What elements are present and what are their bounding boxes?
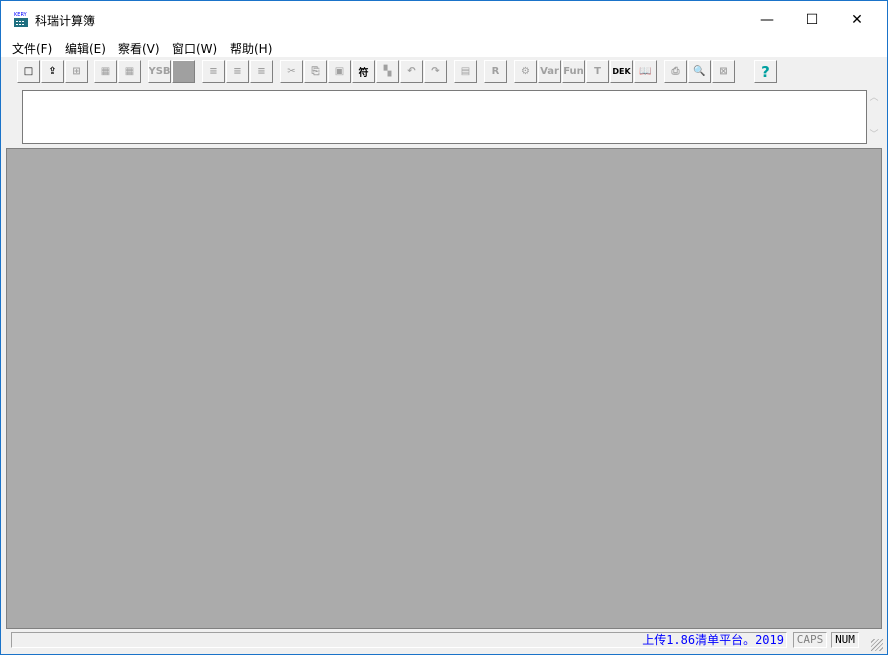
result-icon: R (491, 66, 500, 77)
replace-icon: ▚ (383, 66, 392, 77)
new-icon: □ (23, 66, 34, 77)
scroll-up-icon[interactable]: ︿ (867, 90, 881, 103)
copy-button[interactable]: ⎘ (304, 60, 327, 83)
print-button[interactable]: ⎙ (664, 60, 687, 83)
status-message: 上传1.86清单平台。2019 (11, 632, 787, 648)
app-icon: KERY (13, 11, 29, 27)
result-button[interactable]: R (484, 60, 507, 83)
paste-button[interactable]: ▣ (328, 60, 351, 83)
functions-icon: Fun (563, 66, 584, 77)
print-preview-button[interactable]: 🔍 (688, 60, 711, 83)
dek-icon: DEK (612, 67, 631, 76)
properties-icon: ▤ (460, 66, 471, 77)
ysb-button[interactable]: YSB (148, 60, 171, 83)
clear-lines-icon: ≡ (257, 66, 266, 77)
text-button[interactable]: T (586, 60, 609, 83)
settings-icon: ⚙ (521, 66, 530, 77)
block-icon: ■ (178, 66, 189, 77)
print-preview-icon: 🔍 (693, 66, 706, 77)
menu-file[interactable]: 文件(F) (12, 40, 52, 57)
symbol-icon: 符 (358, 68, 369, 79)
export-file-button[interactable]: ▦ (118, 60, 141, 83)
status-bar: 上传1.86清单平台。2019 CAPS NUM (1, 629, 887, 654)
insert-sheet-button[interactable]: ⊞ (65, 60, 88, 83)
print-icon: ⎙ (671, 66, 680, 77)
export-button[interactable]: ▦ (94, 60, 117, 83)
formula-input[interactable] (22, 90, 867, 144)
open-icon: ⇪ (48, 66, 57, 77)
text-icon: T (594, 66, 601, 77)
menu-help[interactable]: 帮助(H) (230, 40, 272, 57)
dek-button[interactable]: DEK (610, 60, 633, 83)
ysb-icon: YSB (148, 66, 171, 77)
clear-lines-button[interactable]: ≡ (250, 60, 273, 83)
manual-icon: 📖 (639, 66, 652, 77)
close-doc-icon: ⊠ (719, 66, 728, 77)
svg-text:KERY: KERY (14, 12, 28, 18)
close-button[interactable]: ✕ (834, 1, 880, 39)
indent-return-button[interactable]: ≡ (226, 60, 249, 83)
replace-button[interactable]: ▚ (376, 60, 399, 83)
export-file-icon: ▦ (124, 66, 135, 77)
window-title: 科瑞计算簿 (35, 14, 96, 28)
minimize-button[interactable]: — (744, 1, 790, 39)
symbol-button[interactable]: 符 (352, 60, 375, 83)
cut-icon: ✂ (287, 66, 296, 77)
indent-left-button[interactable]: ≡ (202, 60, 225, 83)
settings-button[interactable]: ⚙ (514, 60, 537, 83)
functions-button[interactable]: Fun (562, 60, 585, 83)
menu-bar: 文件(F) 编辑(E) 察看(V) 窗口(W) 帮助(H) (1, 39, 887, 57)
new-button[interactable]: □ (17, 60, 40, 83)
maximize-button[interactable]: ☐ (789, 1, 835, 39)
caps-indicator: CAPS (793, 632, 827, 648)
redo-button[interactable]: ↷ (424, 60, 447, 83)
num-indicator: NUM (831, 632, 859, 648)
app-window: KERY 科瑞计算簿 — ☐ ✕ 文件(F) 编辑(E) 察看(V) 窗口(W)… (0, 0, 888, 655)
export-icon: ▦ (100, 66, 111, 77)
help-button[interactable]: ? (754, 60, 777, 83)
properties-button[interactable]: ▤ (454, 60, 477, 83)
variables-button[interactable]: Var (538, 60, 561, 83)
title-bar: KERY 科瑞计算簿 — ☐ ✕ (1, 1, 887, 39)
mdi-workspace (6, 148, 882, 629)
menu-edit[interactable]: 编辑(E) (65, 40, 106, 57)
help-icon: ? (761, 62, 770, 81)
resize-grip[interactable] (871, 639, 883, 651)
variables-icon: Var (540, 66, 559, 77)
block-button[interactable]: ■ (172, 60, 195, 83)
close-doc-button[interactable]: ⊠ (712, 60, 735, 83)
cut-button[interactable]: ✂ (280, 60, 303, 83)
indent-return-icon: ≡ (233, 66, 242, 77)
toolbar: □ ⇪ ⊞ ▦ ▦ YSB ■ ≡ ≡ ≡ ✂ ⎘ ▣ 符 ▚ ↶ ↷ ▤ R ⚙ Var Fun T DEK 📖 ⎙ 🔍 ⊠? (1, 58, 887, 86)
redo-icon: ↷ (431, 66, 440, 77)
editor-scrollbar[interactable]: ︿ ﹀ (867, 90, 881, 144)
insert-sheet-icon: ⊞ (72, 66, 81, 77)
manual-button[interactable]: 📖 (634, 60, 657, 83)
menu-view[interactable]: 察看(V) (118, 40, 160, 57)
scroll-down-icon[interactable]: ﹀ (867, 127, 881, 140)
copy-icon: ⎘ (311, 66, 320, 77)
undo-button[interactable]: ↶ (400, 60, 423, 83)
open-button[interactable]: ⇪ (41, 60, 64, 83)
paste-icon: ▣ (334, 66, 345, 77)
menu-window[interactable]: 窗口(W) (172, 40, 217, 57)
undo-icon: ↶ (407, 66, 416, 77)
indent-left-icon: ≡ (209, 66, 218, 77)
